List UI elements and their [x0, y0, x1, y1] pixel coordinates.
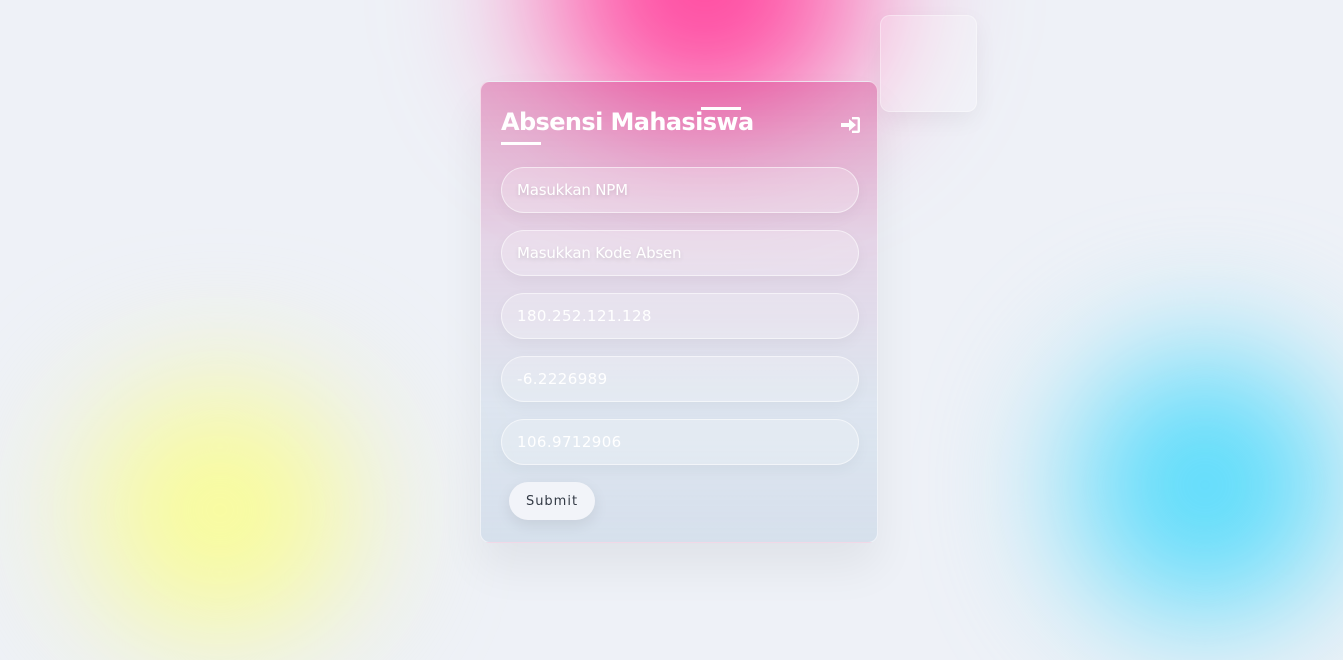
attendance-form-card: Absensi Mahasiswa Masukkan NPM Masukkan … — [480, 81, 878, 543]
longitude-value: 106.9712906 — [517, 433, 622, 451]
submit-button[interactable]: Submit — [509, 482, 595, 520]
background-blob-cyan — [1040, 320, 1343, 650]
latitude-field[interactable]: -6.2226989 — [501, 356, 859, 402]
ip-address-field[interactable]: 180.252.121.128 — [501, 293, 859, 339]
background-blob-yellow — [40, 360, 400, 660]
longitude-field[interactable]: 106.9712906 — [501, 419, 859, 465]
title-accent-bar-bottom — [501, 142, 541, 145]
attendance-code-input[interactable]: Masukkan Kode Absen — [501, 230, 859, 276]
attendance-code-input-placeholder: Masukkan Kode Absen — [517, 244, 682, 262]
page-title: Absensi Mahasiswa — [501, 108, 754, 136]
decorative-glass-square — [880, 15, 977, 112]
sign-in-icon[interactable] — [841, 116, 861, 134]
ip-address-value: 180.252.121.128 — [517, 307, 652, 325]
latitude-value: -6.2226989 — [517, 370, 608, 388]
npm-input[interactable]: Masukkan NPM — [501, 167, 859, 213]
npm-input-placeholder: Masukkan NPM — [517, 181, 628, 199]
